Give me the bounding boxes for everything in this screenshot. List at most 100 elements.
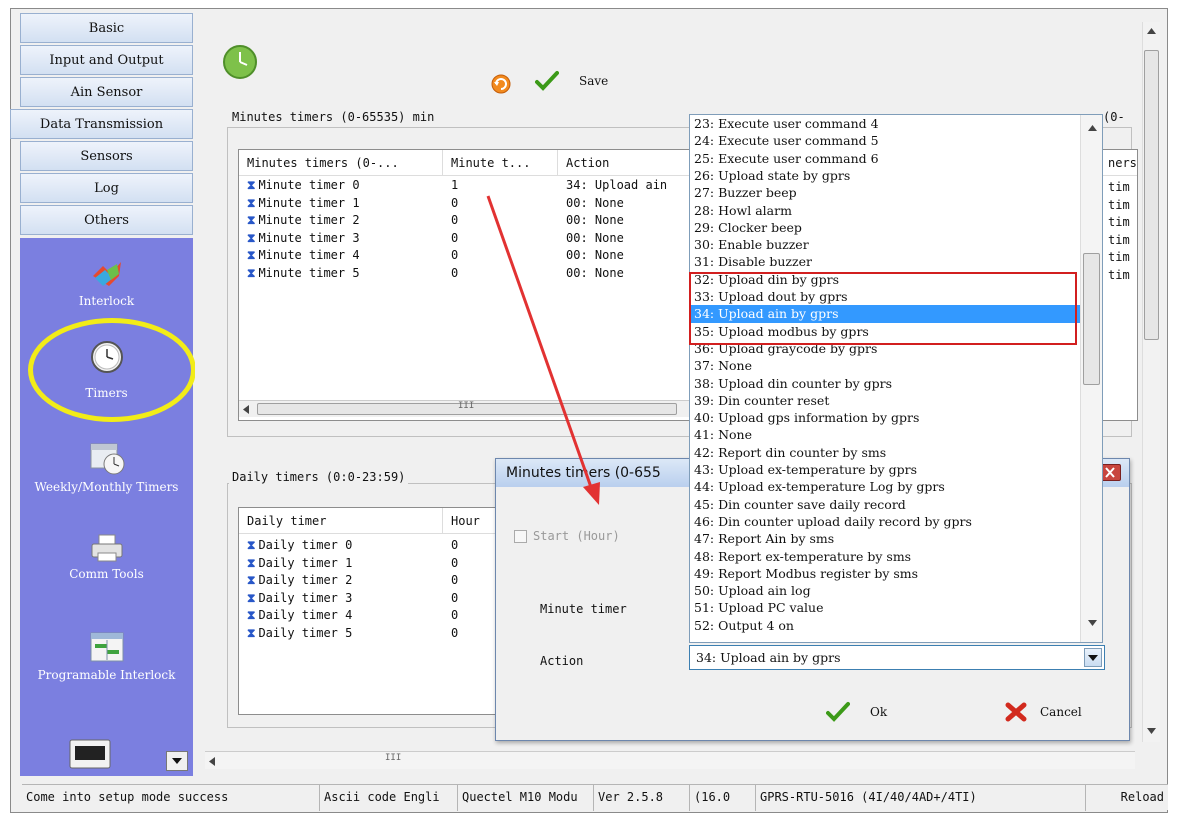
calendar-clock-icon	[90, 443, 124, 475]
table-row[interactable]: ⧗ Minute timer 4 0 00: None	[239, 248, 758, 265]
dropdown-option[interactable]: 29: Clocker beep	[690, 219, 1080, 236]
hourglass-icon: ⧗	[247, 230, 256, 245]
action-dropdown-list[interactable]: 23: Execute user command 4 24: Execute us…	[689, 114, 1103, 643]
timer-value-cell: 0	[451, 230, 459, 245]
tool-interlock[interactable]: Interlock	[20, 258, 193, 309]
column-header[interactable]: Daily timer	[239, 508, 443, 533]
hourglass-icon: ⧗	[247, 248, 256, 262]
hourglass-icon: ⧗	[247, 538, 256, 552]
hourglass-icon: ⧗	[247, 573, 256, 587]
programmable-interlock-icon	[90, 632, 123, 662]
device-icon[interactable]	[68, 738, 112, 770]
dropdown-option[interactable]: 32: Upload din by gprs	[690, 271, 1080, 288]
dropdown-option[interactable]: 41: None	[690, 426, 1080, 443]
nav-sensors[interactable]: Sensors	[20, 141, 193, 171]
dropdown-option[interactable]: 51: Upload PC value	[690, 599, 1080, 616]
tool-label: Programable Interlock	[37, 668, 176, 682]
dropdown-option[interactable]: 23: Execute user command 4	[690, 115, 1080, 132]
dropdown-option[interactable]: 24: Execute user command 5	[690, 132, 1080, 149]
sidebar-scroll-down-button[interactable]	[166, 751, 188, 771]
tool-comm-tools[interactable]: Comm Tools	[20, 533, 193, 582]
cancel-label: Cancel	[1040, 705, 1082, 719]
dropdown-option[interactable]: 35: Upload modbus by gprs	[690, 323, 1080, 340]
dropdown-option[interactable]: 26: Upload state by gprs	[690, 167, 1080, 184]
timer-name: Daily timer 2	[258, 573, 353, 587]
table-row[interactable]: ⧗ Minute timer 2 0 00: None	[239, 213, 758, 230]
chevron-left-icon	[243, 405, 249, 414]
dropdown-option[interactable]: 42: Report din counter by sms	[690, 444, 1080, 461]
dropdown-option[interactable]: 39: Din counter reset	[690, 392, 1080, 409]
nav-input-output[interactable]: Input and Output	[20, 45, 193, 75]
dropdown-option[interactable]: 36: Upload graycode by gprs	[690, 340, 1080, 357]
main-vertical-scrollbar[interactable]	[1142, 22, 1160, 742]
cancel-button[interactable]: Cancel	[1004, 701, 1082, 723]
printer-icon	[91, 534, 122, 562]
status-modem: Quectel M10 Modu	[458, 785, 594, 811]
table-row[interactable]: ⧗ Minute timer 0 1 34: Upload ain	[239, 178, 758, 195]
column-header[interactable]: Minute t...	[443, 150, 558, 175]
start-hour-checkbox[interactable]: Start (Hour)	[514, 529, 620, 543]
combo-value: 34: Upload ain by gprs	[696, 650, 841, 665]
dropdown-option[interactable]: 33: Upload dout by gprs	[690, 288, 1080, 305]
tool-label: Timers	[85, 386, 128, 400]
dropdown-option[interactable]: 48: Report ex-temperature by sms	[690, 548, 1080, 565]
nav-others[interactable]: Others	[20, 205, 193, 235]
table-row[interactable]: ⧗ Minute timer 3 0 00: None	[239, 231, 758, 248]
dropdown-option[interactable]: 27: Buzzer beep	[690, 184, 1080, 201]
dropdown-option[interactable]: 43: Upload ex-temperature by gprs	[690, 461, 1080, 478]
dropdown-option[interactable]: 40: Upload gps information by gprs	[690, 409, 1080, 426]
refresh-icon[interactable]	[490, 73, 512, 95]
tool-timers[interactable]: Timers	[20, 340, 193, 401]
table-row[interactable]: ⧗ Minute timer 5 0 00: None	[239, 266, 758, 283]
timer-name-cell: ⧗ Daily timer 2	[239, 573, 443, 590]
timer-value-cell: 0	[451, 195, 459, 210]
nav-log[interactable]: Log	[20, 173, 193, 203]
combo-dropdown-button[interactable]	[1084, 648, 1102, 667]
table-row[interactable]: ⧗ Minute timer 1 0 00: None	[239, 196, 758, 213]
nav-data-transmission[interactable]: Data Transmission	[10, 109, 193, 139]
tool-weekly-monthly[interactable]: Weekly/Monthly Timers	[20, 438, 193, 495]
tool-programable-interlock[interactable]: Programable Interlock	[20, 630, 193, 683]
dropdown-option[interactable]: 52: Output 4 on	[690, 617, 1080, 634]
scroll-thumb[interactable]	[1144, 50, 1159, 340]
close-icon	[1105, 467, 1115, 478]
scroll-thumb[interactable]	[1083, 253, 1100, 385]
dropdown-option[interactable]: 31: Disable buzzer	[690, 253, 1080, 270]
dropdown-option[interactable]: 34: Upload ain by gprs	[690, 305, 1080, 323]
hourglass-icon: ⧗	[247, 265, 256, 280]
reload-button[interactable]: Reload	[1086, 785, 1168, 811]
status-device: GPRS-RTU-5016 (4I/40/4AD+/4TI)	[756, 785, 1086, 811]
ok-button[interactable]: Ok	[826, 701, 887, 723]
save-button[interactable]: Save	[535, 70, 608, 92]
nav-basic[interactable]: Basic	[20, 13, 193, 43]
dropdown-option[interactable]: 44: Upload ex-temperature Log by gprs	[690, 478, 1080, 495]
hourglass-icon: ⧗	[247, 625, 256, 640]
dropdown-option[interactable]: 28: Howl alarm	[690, 202, 1080, 219]
scroll-thumb[interactable]: III	[257, 401, 677, 415]
daily-group-title: Daily timers (0:0-23:59)	[229, 470, 409, 484]
checkbox-box[interactable]	[514, 529, 527, 543]
dropdown-option[interactable]: 46: Din counter upload daily record by g…	[690, 513, 1080, 530]
action-combobox[interactable]: 34: Upload ain by gprs	[689, 645, 1105, 670]
timer-name-cell: ⧗ Daily timer 5	[239, 626, 443, 643]
dropdown-option[interactable]: 47: Report Ain by sms	[690, 530, 1080, 547]
right-group-title: (0-	[1100, 110, 1128, 124]
horizontal-scrollbar[interactable]: III	[239, 400, 699, 417]
right-column-cell: tim	[1108, 250, 1130, 264]
main-horizontal-scrollbar[interactable]: III	[205, 751, 1135, 769]
check-icon	[535, 71, 559, 91]
dropdown-option[interactable]: 30: Enable buzzer	[690, 236, 1080, 253]
chevron-up-icon	[1147, 28, 1156, 34]
dropdown-option[interactable]: 49: Report Modbus register by sms	[690, 565, 1080, 582]
dropdown-option[interactable]: 38: Upload din counter by gprs	[690, 375, 1080, 392]
cross-icon	[1005, 702, 1027, 722]
dropdown-option[interactable]: 50: Upload ain log	[690, 582, 1080, 599]
dropdown-option[interactable]: 45: Din counter save daily record	[690, 496, 1080, 513]
dropdown-scrollbar[interactable]	[1080, 115, 1102, 642]
dropdown-option[interactable]: 25: Execute user command 6	[690, 150, 1080, 167]
scroll-grip: III	[385, 753, 402, 763]
dropdown-option[interactable]: 37: None	[690, 357, 1080, 374]
nav-ain-sensor[interactable]: Ain Sensor	[20, 77, 193, 107]
column-header[interactable]: Minutes timers (0-...	[239, 150, 443, 175]
tool-label: Interlock	[78, 294, 135, 308]
